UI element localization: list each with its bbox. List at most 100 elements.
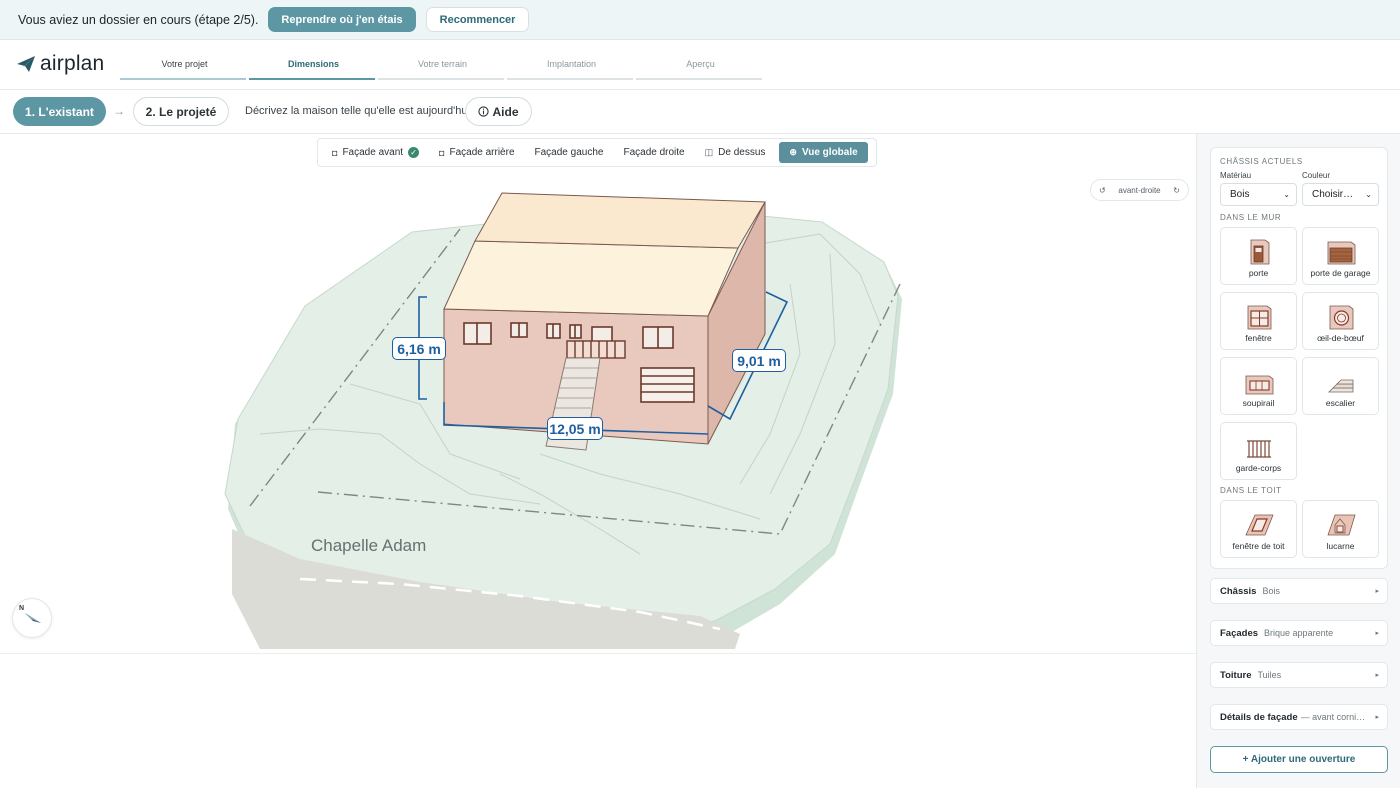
current-frames-title: Châssis actuels: [1220, 157, 1303, 166]
arrow-icon: →: [113, 104, 125, 118]
step-implantation[interactable]: Implantation: [507, 40, 636, 90]
chevron-down-icon: ⌄: [1365, 190, 1372, 199]
viewport-divider: [0, 653, 1196, 654]
phase-description: Décrivez la maison telle qu'elle est auj…: [245, 105, 473, 117]
help-label: Aide: [492, 104, 519, 119]
dormer-icon: [1327, 514, 1356, 536]
caret-right-icon: ▸: [1375, 630, 1379, 637]
restart-button[interactable]: Recommencer: [425, 7, 530, 32]
accordion-title: Façades: [1220, 627, 1259, 639]
width-dimension-label[interactable]: 12,05 m: [547, 417, 603, 440]
rotate-left-icon[interactable]: ↺: [1099, 186, 1106, 195]
resume-message: Vous aviez un dossier en cours (étape 2/…: [18, 12, 259, 27]
rotation-label: avant-droite: [1118, 185, 1161, 195]
add-garage-door-tile[interactable]: porte de garage: [1302, 227, 1379, 285]
step-votre-terrain[interactable]: Votre terrain: [378, 40, 507, 90]
add-roof-window-tile[interactable]: fenêtre de toit: [1220, 500, 1297, 558]
checkmark-icon: ✓: [408, 147, 420, 158]
tab-facade-droite[interactable]: Façade droite: [613, 142, 694, 163]
logo[interactable]: airplan: [16, 52, 104, 76]
house-scene: [224, 192, 902, 649]
in-roof-title: Dans le toit: [1220, 486, 1282, 495]
accordion-title: Châssis: [1220, 585, 1257, 597]
projected-phase-tab[interactable]: 2. Le projeté: [133, 97, 229, 126]
phase-bar: 1. L'existant → 2. Le projeté Décrivez l…: [0, 90, 1400, 134]
openings-card: Châssis actuels Matériau Couleur Bois ⌄ …: [1210, 147, 1388, 569]
accordion-facade-details[interactable]: Détails de façade — avant corni… ▸: [1210, 704, 1388, 730]
round-window-icon: [1329, 305, 1354, 330]
camera-icon: ◘: [332, 147, 338, 158]
tab-facade-arriere[interactable]: ◘ Façade arrière: [429, 142, 524, 163]
plan-icon: ◫: [704, 147, 714, 157]
tile-label: fenêtre: [1245, 333, 1272, 343]
tile-label: œil-de-bœuf: [1317, 333, 1364, 343]
wizard-stepper: Votre projet Dimensions Votre terrain Im…: [120, 40, 765, 90]
material-label: Matériau: [1220, 171, 1252, 180]
compass[interactable]: N: [12, 598, 52, 638]
step-votre-projet[interactable]: Votre projet: [120, 40, 249, 90]
window-icon: [1247, 305, 1272, 330]
basement-window-icon: [1245, 375, 1274, 395]
garage-door: [640, 367, 695, 403]
app-header: airplan Votre projet Dimensions Votre te…: [0, 40, 1400, 90]
accordion-title: Détails de façade: [1220, 711, 1298, 723]
accordion-facades[interactable]: Façades Brique apparente ▸: [1210, 620, 1388, 646]
caret-right-icon: ▸: [1375, 714, 1379, 721]
existing-phase-tab[interactable]: 1. L'existant: [13, 97, 106, 126]
view-tabs: ◘ Façade avant ✓ ◘ Façade arrière Façade…: [317, 138, 877, 167]
tile-label: fenêtre de toit: [1232, 541, 1285, 551]
tab-vue-globale[interactable]: ⊕ Vue globale: [779, 142, 868, 163]
add-soupirail-tile[interactable]: soupirail: [1220, 357, 1297, 415]
roof-window-icon: [1245, 514, 1274, 536]
add-railing-tile[interactable]: garde-corps: [1220, 422, 1297, 480]
add-dormer-tile[interactable]: lucarne: [1302, 500, 1379, 558]
globe-icon: ⊕: [789, 147, 797, 157]
color-value: Choisir…: [1312, 189, 1354, 200]
color-label: Couleur: [1302, 171, 1331, 180]
caret-right-icon: ▸: [1375, 588, 1379, 595]
tab-label: Façade droite: [623, 147, 685, 158]
compass-needle-icon: [25, 613, 41, 623]
add-opening-button[interactable]: + Ajouter une ouverture: [1210, 746, 1388, 773]
accordion-toiture[interactable]: Toiture Tuiles ▸: [1210, 662, 1388, 688]
roof-back: [474, 192, 766, 249]
accordion-value: Brique apparente: [1264, 628, 1334, 638]
tab-label: Façade gauche: [534, 147, 604, 158]
depth-dimension-label[interactable]: 9,01 m: [732, 349, 786, 372]
accordion-chassis[interactable]: Châssis Bois ▸: [1210, 578, 1388, 604]
camera-icon: ◘: [439, 147, 445, 158]
openings-panel: Châssis actuels Matériau Couleur Bois ⌄ …: [1196, 134, 1400, 788]
tab-label: De dessus: [718, 147, 766, 158]
tile-label: soupirail: [1242, 398, 1275, 408]
add-window-tile[interactable]: fenêtre: [1220, 292, 1297, 350]
tile-label: lucarne: [1326, 541, 1355, 551]
step-dimensions[interactable]: Dimensions: [249, 40, 378, 90]
door-icon: [1250, 239, 1270, 265]
info-icon: [478, 106, 490, 117]
garage-door-icon: [1327, 241, 1356, 265]
tab-label: Façade arrière: [449, 147, 515, 158]
tile-label: porte de garage: [1310, 268, 1371, 278]
tab-facade-avant[interactable]: ◘ Façade avant ✓: [322, 142, 429, 163]
railing-icon: [1247, 440, 1271, 458]
step-apercu[interactable]: Aperçu: [636, 40, 765, 90]
rotate-right-icon[interactable]: ↻: [1173, 186, 1180, 195]
color-select[interactable]: Choisir… ⌄: [1302, 183, 1379, 206]
add-door-tile[interactable]: porte: [1220, 227, 1297, 285]
help-button[interactable]: Aide: [465, 97, 532, 126]
tab-de-dessus[interactable]: ◫ De dessus: [695, 142, 776, 163]
material-value: Bois: [1230, 189, 1250, 200]
rotation-control: ↺ avant-droite ↻: [1090, 179, 1189, 201]
tab-facade-gauche[interactable]: Façade gauche: [525, 142, 614, 163]
accordion-title: Toiture: [1220, 669, 1252, 681]
add-stairs-tile[interactable]: escalier: [1302, 357, 1379, 415]
add-oeil-de-boeuf-tile[interactable]: œil-de-bœuf: [1302, 292, 1379, 350]
paper-plane-icon: [17, 56, 35, 72]
height-dimension-label[interactable]: 6,16 m: [392, 337, 446, 360]
logo-text: airplan: [40, 52, 105, 75]
3d-viewport[interactable]: 6,16 m 9,01 m 12,05 m Chapelle Adam ◘ Fa…: [0, 134, 1196, 654]
chevron-down-icon: ⌄: [1283, 190, 1290, 199]
resume-button[interactable]: Reprendre où j'en étais: [268, 7, 416, 32]
roof-front: [443, 240, 739, 317]
material-select[interactable]: Bois ⌄: [1220, 183, 1297, 206]
